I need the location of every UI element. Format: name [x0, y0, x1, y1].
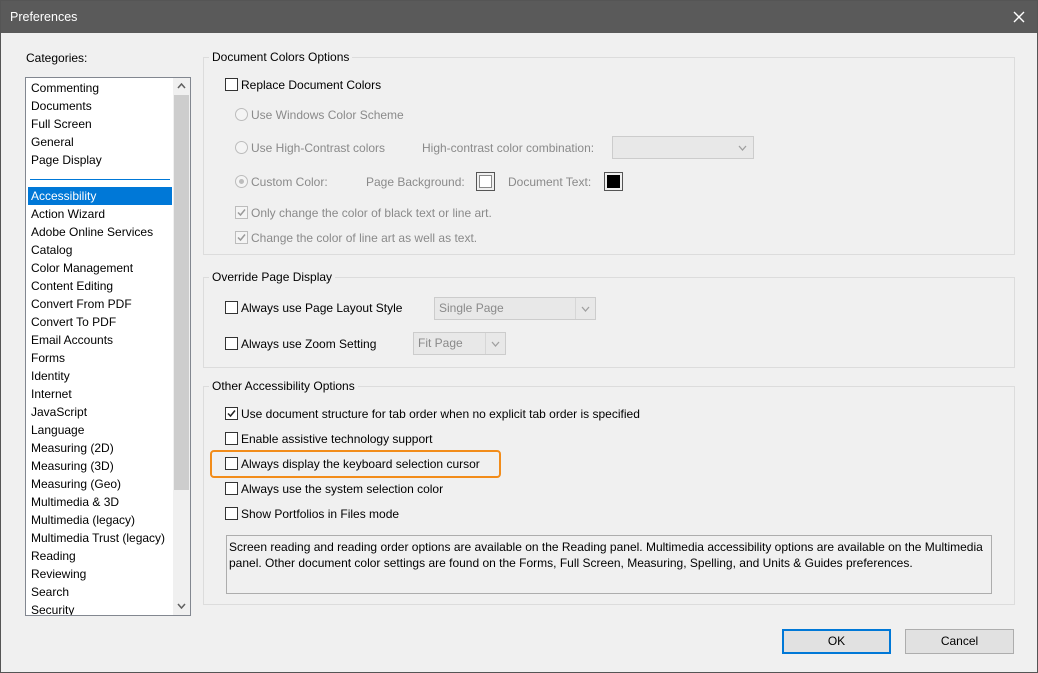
category-item[interactable]: Action Wizard: [28, 205, 172, 223]
system-color-checkbox[interactable]: [225, 482, 238, 495]
assistive-checkbox[interactable]: [225, 432, 238, 445]
only-black-checkbox[interactable]: [235, 206, 248, 219]
ok-button[interactable]: OK: [782, 629, 891, 654]
category-item[interactable]: Adobe Online Services: [28, 223, 172, 241]
page-background-swatch[interactable]: [476, 172, 495, 191]
category-item[interactable]: Commenting: [28, 79, 172, 97]
scroll-down-arrow[interactable]: [173, 598, 190, 615]
zoom-label: Always use Zoom Setting: [241, 337, 377, 351]
document-text-swatch[interactable]: [604, 172, 623, 191]
high-contrast-label: Use High-Contrast colors: [251, 141, 386, 155]
chevron-down-icon: [738, 145, 747, 151]
category-item[interactable]: Multimedia & 3D: [28, 493, 172, 511]
hc-combo-chevron: [733, 137, 753, 158]
page-layout-value: Single Page: [439, 301, 504, 315]
category-item[interactable]: Color Management: [28, 259, 172, 277]
checkmark-icon: [237, 209, 246, 217]
page-background-label: Page Background:: [366, 175, 465, 189]
category-item[interactable]: Page Display: [28, 151, 172, 169]
category-item[interactable]: Content Editing: [28, 277, 172, 295]
chevron-down-icon: [491, 341, 500, 347]
custom-color-label: Custom Color:: [251, 175, 328, 189]
window-title: Preferences: [10, 10, 78, 24]
doc-colors-title: Document Colors Options: [209, 50, 353, 64]
category-item[interactable]: Reading: [28, 547, 172, 565]
close-icon: [1013, 11, 1025, 23]
page-layout-checkbox[interactable]: [225, 301, 238, 314]
category-item[interactable]: Documents: [28, 97, 172, 115]
close-button[interactable]: [1005, 3, 1033, 31]
category-item[interactable]: Search: [28, 583, 172, 601]
category-item[interactable]: JavaScript: [28, 403, 172, 421]
categories-scrollbar[interactable]: [173, 78, 190, 615]
page-background-color: [479, 175, 492, 188]
assistive-label: Enable assistive technology support: [241, 432, 433, 446]
zoom-checkbox[interactable]: [225, 337, 238, 350]
scroll-thumb[interactable]: [174, 95, 189, 490]
portfolios-checkbox[interactable]: [225, 507, 238, 520]
hc-combination-select[interactable]: [612, 136, 754, 159]
category-item[interactable]: Language: [28, 421, 172, 439]
title-bar: Preferences: [1, 1, 1037, 33]
categories-list[interactable]: Commenting Documents Full Screen General Pag…: [25, 77, 191, 616]
high-contrast-radio[interactable]: [235, 141, 248, 154]
line-art-label: Change the color of line art as well as …: [251, 231, 478, 245]
category-item[interactable]: General: [28, 133, 172, 151]
category-item[interactable]: Convert From PDF: [28, 295, 172, 313]
categories-label: Categories:: [26, 51, 88, 65]
zoom-value: Fit Page: [418, 336, 463, 350]
zoom-select[interactable]: Fit Page: [413, 332, 506, 355]
category-item[interactable]: Security: [28, 601, 172, 615]
chevron-down-icon: [581, 306, 590, 312]
override-group: [203, 277, 1015, 368]
override-title: Override Page Display: [209, 270, 336, 284]
line-art-checkbox[interactable]: [235, 231, 248, 244]
only-black-label: Only change the color of black text or l…: [251, 206, 492, 220]
category-item[interactable]: Measuring (Geo): [28, 475, 172, 493]
page-layout-select[interactable]: Single Page: [434, 297, 596, 320]
category-item[interactable]: Email Accounts: [28, 331, 172, 349]
replace-colors-checkbox[interactable]: [225, 78, 238, 91]
windows-scheme-label: Use Windows Color Scheme: [251, 108, 404, 122]
category-item[interactable]: Internet: [28, 385, 172, 403]
category-item[interactable]: Reviewing: [28, 565, 172, 583]
keyboard-cursor-checkbox[interactable]: [225, 457, 238, 470]
custom-color-radio[interactable]: [235, 175, 248, 188]
system-color-label: Always use the system selection color: [241, 482, 444, 496]
page-layout-label: Always use Page Layout Style: [241, 301, 403, 315]
document-text-label: Document Text:: [508, 175, 592, 189]
category-item[interactable]: Multimedia Trust (legacy): [28, 529, 172, 547]
checkmark-icon: [227, 410, 236, 418]
category-item[interactable]: Multimedia (legacy): [28, 511, 172, 529]
doc-structure-label: Use document structure for tab order whe…: [241, 407, 640, 421]
info-text-box: Screen reading and reading order options…: [226, 535, 992, 594]
page-layout-chevron: [575, 298, 595, 319]
document-text-color: [607, 175, 620, 188]
doc-structure-checkbox[interactable]: [225, 407, 238, 420]
zoom-chevron: [485, 333, 505, 354]
category-item[interactable]: Forms: [28, 349, 172, 367]
cancel-button[interactable]: Cancel: [905, 629, 1014, 654]
chevron-down-icon: [177, 603, 186, 609]
list-separator: [30, 179, 170, 180]
replace-colors-label: Replace Document Colors: [241, 78, 382, 92]
scroll-up-arrow[interactable]: [173, 78, 190, 95]
category-item[interactable]: Measuring (2D): [28, 439, 172, 457]
keyboard-cursor-label: Always display the keyboard selection cu…: [241, 457, 480, 471]
preferences-dialog: Preferences Categories: Commenting Docume…: [0, 0, 1038, 673]
hc-combo-label: High-contrast color combination:: [422, 141, 595, 155]
chevron-up-icon: [177, 83, 186, 89]
category-item[interactable]: Full Screen: [28, 115, 172, 133]
windows-scheme-radio[interactable]: [235, 108, 248, 121]
checkmark-icon: [237, 234, 246, 242]
category-item[interactable]: Catalog: [28, 241, 172, 259]
other-options-title: Other Accessibility Options: [209, 379, 358, 393]
category-item[interactable]: Accessibility: [28, 187, 172, 205]
category-item[interactable]: Measuring (3D): [28, 457, 172, 475]
category-item[interactable]: Convert To PDF: [28, 313, 172, 331]
portfolios-label: Show Portfolios in Files mode: [241, 507, 400, 521]
category-item[interactable]: Identity: [28, 367, 172, 385]
